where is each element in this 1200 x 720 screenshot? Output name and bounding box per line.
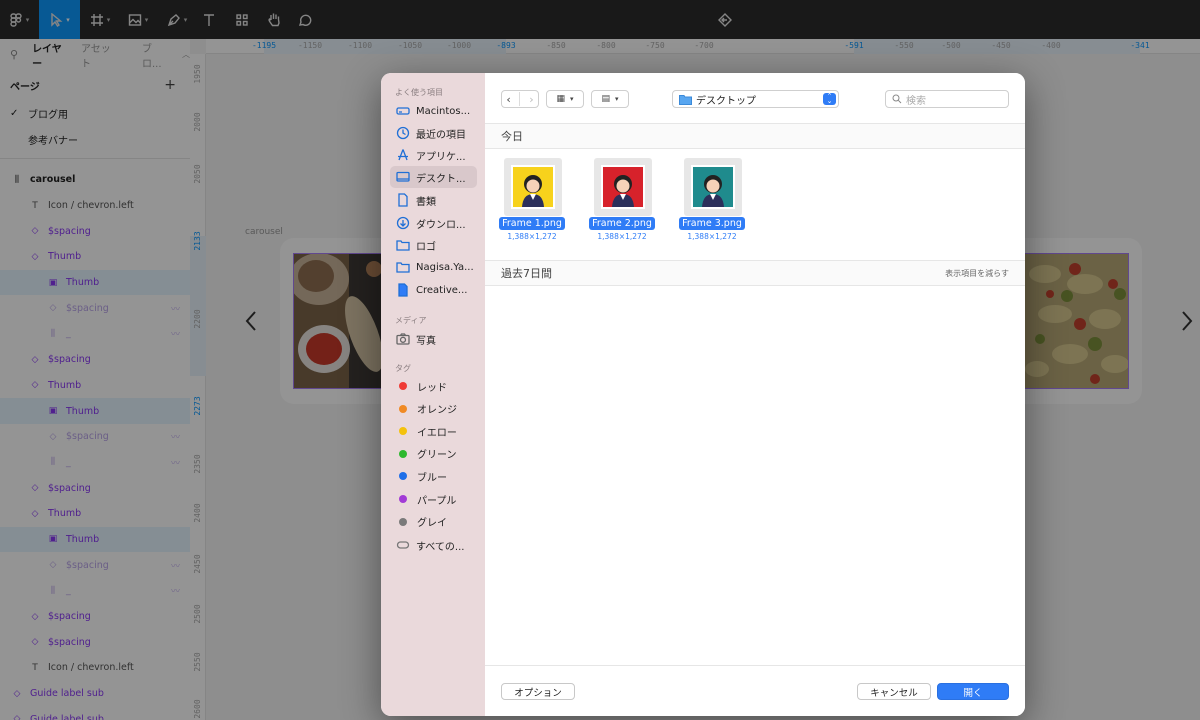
sidebar-item-label: デスクト... [416,173,466,185]
file-thumbnail [504,158,562,216]
dialog-footer: オプション キャンセル 開く [485,665,1025,716]
sidebar-item-label: Macintos... [416,105,471,117]
folder-icon [396,240,410,251]
sidebar-tag[interactable]: レッド [390,375,477,397]
sidebar-item-label: ダウンロ... [416,219,466,231]
section-week: 過去7日間 表示項目を減らす [485,260,1025,286]
view-mode-button[interactable]: ▦ ▾ [546,90,584,108]
file-name: Frame 1.png [499,217,565,230]
dialog-main: ‹ › ▦ ▾ ▤ ▾ デスクトップ ⌃ ⌄ 検索 今日 Frame 1.png… [485,73,1025,716]
sidebar-item-label: 最近の項目 [416,129,466,141]
file-item[interactable]: Frame 3.png 1,388×1,272 [667,158,757,248]
sidebar-item[interactable]: ダウンロ... [390,212,477,234]
sidebar-item-label: ロゴ [416,241,436,253]
cancel-button[interactable]: キャンセル [857,683,931,700]
sidebar-item[interactable]: Nagisa.Ya... [390,256,477,278]
file-dimensions: 1,388×1,272 [687,232,737,241]
open-button[interactable]: 開く [937,683,1009,700]
sidebar-item-label: 書類 [416,196,436,208]
options-button[interactable]: オプション [501,683,575,700]
sidebar-item-label: レッド [417,382,447,394]
tag-dot-icon [399,495,407,503]
file-dimensions: 1,388×1,272 [597,232,647,241]
search-placeholder: 検索 [906,95,926,107]
sidebar-tag[interactable]: グリーン [390,443,477,465]
disk-icon [396,107,410,115]
location-popup[interactable]: デスクトップ ⌃ ⌄ [672,90,839,108]
tag-dot-icon [399,472,407,481]
location-label: デスクトップ [696,95,756,107]
file-name: Frame 3.png [679,217,745,230]
sidebar-item-label: グリーン [417,450,457,462]
sidebar-item-label: イエロー [417,427,457,439]
favorites-header: よく使う項目 [395,88,443,97]
sidebar-tag[interactable]: グレイ [390,511,477,533]
tag-dot-icon [399,427,407,436]
avatar-illustration-icon [522,175,544,207]
sidebar-item-photos[interactable]: 写真 [390,328,477,350]
document-icon [398,193,408,207]
tags-header: タグ [395,364,411,373]
sidebar-item[interactable]: アプリケ... [390,144,477,166]
nav-buttons: ‹ › [501,90,539,108]
sidebar-tag[interactable]: パープル [390,488,477,510]
group-mode-button[interactable]: ▤ ▾ [591,90,629,108]
updown-chevron-icon: ⌃ ⌄ [823,93,836,105]
sidebar-item-label: Creative... [416,284,468,296]
sidebar-item[interactable]: 最近の項目 [390,122,477,144]
camera-icon [396,333,410,345]
file-icon [398,283,408,297]
sidebar-item-label: ブルー [417,472,447,484]
sidebar-item[interactable]: 書類 [390,189,477,211]
today-header: 今日 [501,130,523,143]
clock-icon [396,126,410,140]
media-header: メディア [395,316,427,325]
avatar-illustration-icon [702,175,724,207]
file-item[interactable]: Frame 1.png 1,388×1,272 [487,158,577,248]
sidebar-tag[interactable]: イエロー [390,420,477,442]
sidebar-item-label: Nagisa.Ya... [416,261,474,273]
sidebar-all-tags[interactable]: すべての... [390,534,477,556]
sidebar-item[interactable]: ロゴ [390,234,477,256]
open-file-dialog: よく使う項目 メディア タグ Macintos... 最近の項目アプリケ... デス… [381,73,1025,716]
sidebar-tag[interactable]: ブルー [390,465,477,487]
sidebar-item-label: グレイ [417,518,447,530]
tag-dot-icon [399,404,407,413]
grid-view-icon: ▦ [556,94,565,104]
tag-dot-icon [399,382,407,390]
week-header: 過去7日間 [501,267,552,280]
sidebar-item[interactable]: Creative... [390,279,477,301]
download-icon [396,216,410,230]
group-grid-icon: ▤ [601,94,610,104]
sidebar-item-label: すべての... [416,541,465,553]
file-thumbnail [684,158,742,216]
desktop-icon [396,171,410,182]
show-less-link[interactable]: 表示項目を減らす [945,268,1009,279]
avatar-illustration-icon [612,175,634,207]
folder-icon [679,94,692,105]
sidebar-item-label: オレンジ [417,405,457,417]
file-dimensions: 1,388×1,272 [507,232,557,241]
sidebar-item[interactable]: デスクト... [390,166,477,188]
search-field[interactable]: 検索 [885,90,1009,108]
sidebar-item-label: アプリケ... [416,151,466,163]
file-item[interactable]: Frame 2.png 1,388×1,272 [577,158,667,248]
forward-button[interactable]: › [529,93,533,106]
tag-dot-icon [399,449,407,458]
tag-dot-icon [399,517,407,526]
section-today: 今日 [485,123,1025,149]
sidebar-item-label: 写真 [416,335,436,347]
sidebar-item-label: パープル [417,495,457,507]
file-thumbnail [594,158,652,216]
sidebar-item[interactable]: Macintos... [390,100,477,122]
file-name: Frame 2.png [589,217,655,230]
apps-icon [398,149,408,161]
dialog-sidebar: よく使う項目 メディア タグ Macintos... 最近の項目アプリケ... デス… [381,73,485,716]
folder-icon [396,262,410,273]
sidebar-tag[interactable]: オレンジ [390,398,477,420]
dialog-toolbar: ‹ › ▦ ▾ ▤ ▾ デスクトップ ⌃ ⌄ 検索 [485,73,1025,123]
search-icon [892,94,902,104]
back-button[interactable]: ‹ [506,93,510,106]
tags-icon [396,541,410,549]
